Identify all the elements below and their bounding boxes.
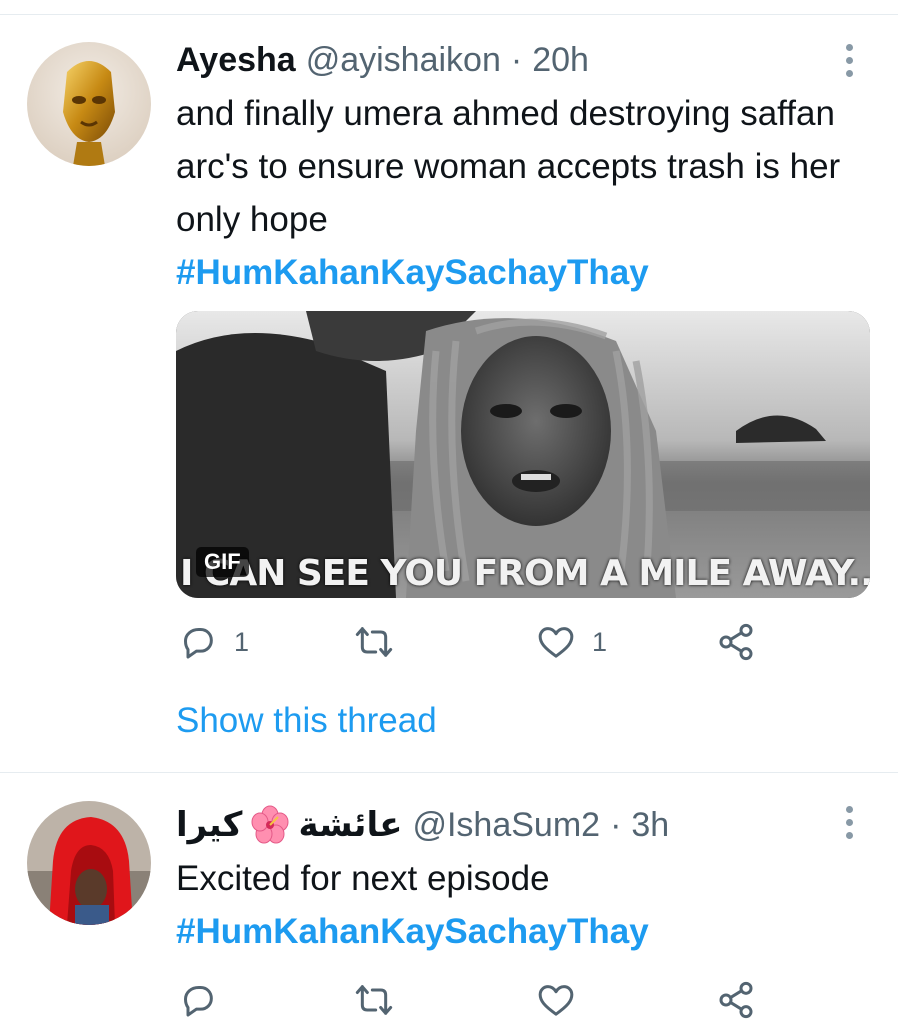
tweet-text: Excited for next episode (176, 859, 550, 898)
avatar[interactable] (27, 801, 151, 925)
display-name-part: عائشة (298, 806, 403, 844)
gif-media[interactable]: I CAN SEE YOU FROM A MILE AWAY... (176, 311, 870, 598)
tweet[interactable]: كيرا عائشة @IshaSum2 · 3h Excited for ne… (0, 773, 898, 1024)
reply-button[interactable]: 1 (178, 620, 249, 664)
gif-caption: I CAN SEE YOU FROM A MILE AWAY... (180, 553, 870, 594)
share-button[interactable] (716, 620, 756, 664)
avatar[interactable] (27, 42, 151, 166)
display-name[interactable]: Ayesha (176, 41, 296, 80)
show-thread-link[interactable]: Show this thread (176, 701, 437, 741)
retweet-button[interactable] (354, 620, 410, 664)
share-icon (719, 623, 753, 661)
tweet-text: and finally umera ahmed destroying saffa… (176, 94, 841, 239)
hibiscus-emoji-icon (251, 805, 289, 844)
gif-badge: GIF (196, 547, 249, 577)
hashtag-link[interactable]: #HumKahanKaySachayThay (176, 246, 649, 299)
like-icon (538, 627, 574, 658)
reply-icon (184, 628, 213, 659)
tweet-actions (176, 978, 776, 1022)
handle[interactable]: @ayishaikon (306, 41, 501, 80)
reply-icon (184, 986, 213, 1017)
reply-button[interactable] (178, 978, 234, 1022)
reply-count: 1 (234, 626, 250, 657)
separator: · (510, 40, 523, 79)
timestamp[interactable]: 20h (532, 41, 589, 80)
separator: · (610, 805, 622, 844)
share-icon (719, 981, 753, 1019)
like-button[interactable]: 1 (536, 620, 607, 664)
like-icon (538, 985, 574, 1016)
handle[interactable]: @IshaSum2 (412, 806, 600, 845)
share-button[interactable] (716, 978, 756, 1022)
like-count: 1 (592, 626, 608, 657)
hashtag-link[interactable]: #HumKahanKaySachayThay (176, 905, 649, 958)
tweet-header: كيرا عائشة @IshaSum2 · 3h (176, 803, 838, 847)
display-name-part: كيرا (176, 806, 243, 844)
retweet-button[interactable] (354, 978, 410, 1022)
like-button[interactable] (536, 978, 592, 1022)
more-icon[interactable] (834, 802, 864, 842)
retweet-icon (355, 627, 393, 657)
retweet-icon (355, 985, 393, 1015)
display-name[interactable]: كيرا عائشة (176, 805, 402, 845)
tweet-header: Ayesha @ayishaikon · 20h (176, 38, 838, 82)
tweet[interactable]: Ayesha @ayishaikon · 20h and finally ume… (0, 0, 898, 770)
more-icon[interactable] (834, 40, 864, 80)
timestamp[interactable]: 3h (631, 806, 669, 845)
tweet-actions: 1 1 (176, 620, 776, 664)
